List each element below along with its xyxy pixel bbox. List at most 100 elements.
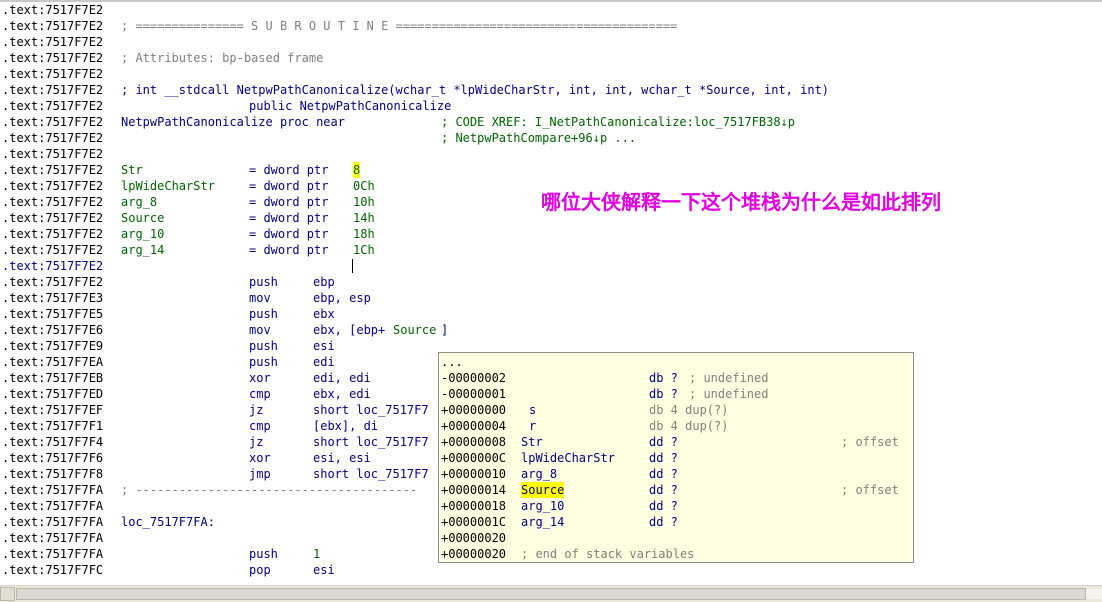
line-token: = dword ptr: [249, 243, 329, 257]
listing-line[interactable]: .text:7517F7E3 mov ebp, esp: [0, 290, 1102, 306]
line-address: .text:7517F7EF: [2, 403, 104, 417]
stack-frame-row: +00000014 Source dd ? ; offset: [439, 482, 913, 498]
line-token: ]: [441, 323, 449, 337]
stack-field: ; undefined: [689, 387, 769, 401]
stack-field: dd ?: [649, 451, 678, 465]
listing-line[interactable]: .text:7517F7E2 ; =============== S U B R …: [0, 18, 1102, 34]
line-token: jz: [249, 403, 264, 417]
stack-offset: +0000001C: [441, 515, 507, 529]
listing-line[interactable]: .text:7517F7E5 push ebx: [0, 306, 1102, 322]
line-token: ebx, edi: [313, 387, 371, 401]
stack-offset: +00000020: [441, 547, 507, 561]
stack-offset: +00000020: [441, 531, 507, 545]
listing-line[interactable]: .text:7517F7E2 ; Attributes: bp-based fra…: [0, 50, 1102, 66]
listing-line[interactable]: .text:7517F7E2 arg_10 = dword ptr 18h: [0, 226, 1102, 242]
line-token: ebx: [313, 307, 335, 321]
listing-line[interactable]: .text:7517F7FC pop esi: [0, 562, 1102, 578]
line-token: xor: [249, 371, 271, 385]
line-token: 18h: [353, 227, 375, 241]
stack-field: dd ?: [649, 467, 678, 481]
stack-offset: +00000000: [441, 403, 507, 417]
stack-field: ; offset: [841, 435, 899, 449]
stack-offset: -00000001: [441, 387, 507, 401]
scroll-left-button[interactable]: [0, 587, 15, 601]
stack-frame-row: +00000008 Str dd ? ; offset: [439, 434, 913, 450]
line-token: push: [249, 275, 278, 289]
line-token: mov: [249, 323, 271, 337]
listing-line[interactable]: .text:7517F7E2: [0, 146, 1102, 162]
line-address: .text:7517F7F8: [2, 467, 104, 481]
line-token: xor: [249, 451, 271, 465]
stack-offset: +00000008: [441, 435, 507, 449]
line-token: cmp: [249, 387, 271, 401]
text-caret: [352, 259, 353, 273]
line-token: arg_8: [121, 195, 158, 209]
listing-line[interactable]: .text:7517F7E2 push ebp: [0, 274, 1102, 290]
line-token: short loc_7517F7: [313, 435, 429, 449]
stack-frame-row: +00000018 arg_10 dd ?: [439, 498, 913, 514]
line-token: [ebx], di: [313, 419, 379, 433]
listing-line[interactable]: .text:7517F7E2 ; int __stdcall NetpwPathC…: [0, 82, 1102, 98]
line-token: mov: [249, 291, 271, 305]
line-address: .text:7517F7E2: [2, 115, 104, 129]
line-address: .text:7517F7EB: [2, 371, 104, 385]
stack-offset: +00000014: [441, 483, 507, 497]
stack-offset: ...: [441, 355, 463, 369]
line-token: push: [249, 355, 278, 369]
line-token: = dword ptr: [249, 179, 329, 193]
line-token: lpWideCharStr: [121, 179, 215, 193]
line-address: .text:7517F7E2: [2, 275, 104, 289]
line-token: loc_7517F7FA:: [121, 515, 215, 529]
stack-field: arg_8: [521, 467, 558, 481]
line-token: edi: [313, 355, 335, 369]
scroll-thumb[interactable]: [16, 588, 1086, 600]
line-token: short loc_7517F7: [313, 467, 429, 481]
listing-line[interactable]: .text:7517F7E2: [0, 34, 1102, 50]
line-address: .text:7517F7E2: [2, 147, 104, 161]
line-address: .text:7517F7F4: [2, 435, 104, 449]
line-token: ; NetpwPathCompare+96↓p ...: [441, 131, 637, 145]
listing-line[interactable]: .text:7517F7E2 arg_14 = dword ptr 1Ch: [0, 242, 1102, 258]
question-annotation: 哪位大侠解释一下这个堆栈为什么是如此排列: [541, 190, 941, 214]
stack-field: db ?: [649, 387, 678, 401]
line-token: NetpwPathCanonicalize proc near: [121, 115, 345, 129]
line-token: push: [249, 307, 278, 321]
stack-field: ; end of stack variables: [521, 547, 695, 561]
listing-line[interactable]: .text:7517F7E2 public NetpwPathCanonicali…: [0, 98, 1102, 114]
line-address: .text:7517F7E2: [2, 195, 104, 209]
line-token: Str: [121, 163, 143, 177]
listing-line[interactable]: .text:7517F7E2 Str = dword ptr 8: [0, 162, 1102, 178]
line-token: push: [249, 547, 278, 561]
line-token: = dword ptr: [249, 163, 329, 177]
stack-field: Str: [521, 435, 543, 449]
line-address: .text:7517F7E2: [2, 51, 104, 65]
stack-offset: +00000010: [441, 467, 507, 481]
line-token: 10h: [353, 195, 375, 209]
line-address: .text:7517F7FA: [2, 483, 104, 497]
line-address: .text:7517F7E2: [2, 179, 104, 193]
line-token: push: [249, 339, 278, 353]
listing-line[interactable]: .text:7517F7E2: [0, 66, 1102, 82]
line-token: edi, edi: [313, 371, 371, 385]
listing-line[interactable]: .text:7517F7E2 NetpwPathCanonicalize proc…: [0, 114, 1102, 130]
line-token: ebx, [ebp+: [313, 323, 386, 337]
stack-frame-row: ...: [439, 354, 913, 370]
line-address: .text:7517F7F1: [2, 419, 104, 433]
line-address: .text:7517F7FA: [2, 515, 104, 529]
listing-line[interactable]: .text:7517F7E6 mov ebx, [ebp+ Source]: [0, 322, 1102, 338]
line-token: arg_14: [121, 243, 165, 257]
stack-frame-row: +00000020: [439, 530, 913, 546]
line-address: .text:7517F7E2: [2, 163, 104, 177]
listing-line[interactable]: .text:7517F7E2: [0, 2, 1102, 18]
horizontal-scrollbar[interactable]: [0, 585, 1102, 602]
line-address: .text:7517F7FA: [2, 531, 104, 545]
stack-field: dd ?: [649, 499, 678, 513]
stack-frame-row: +0000000C lpWideCharStr dd ?: [439, 450, 913, 466]
listing-line[interactable]: .text:7517F7E2 ; NetpwPathCompare+96↓p ..…: [0, 130, 1102, 146]
line-token: short loc_7517F7: [313, 403, 429, 417]
listing-line[interactable]: .text:7517F7E2: [0, 258, 1102, 274]
line-token: 1Ch: [353, 243, 375, 257]
line-token: 1: [313, 547, 321, 561]
line-token: ; CODE XREF: I_NetPathCanonicalize:loc_7…: [441, 115, 796, 129]
stack-offset: +00000004: [441, 419, 507, 433]
